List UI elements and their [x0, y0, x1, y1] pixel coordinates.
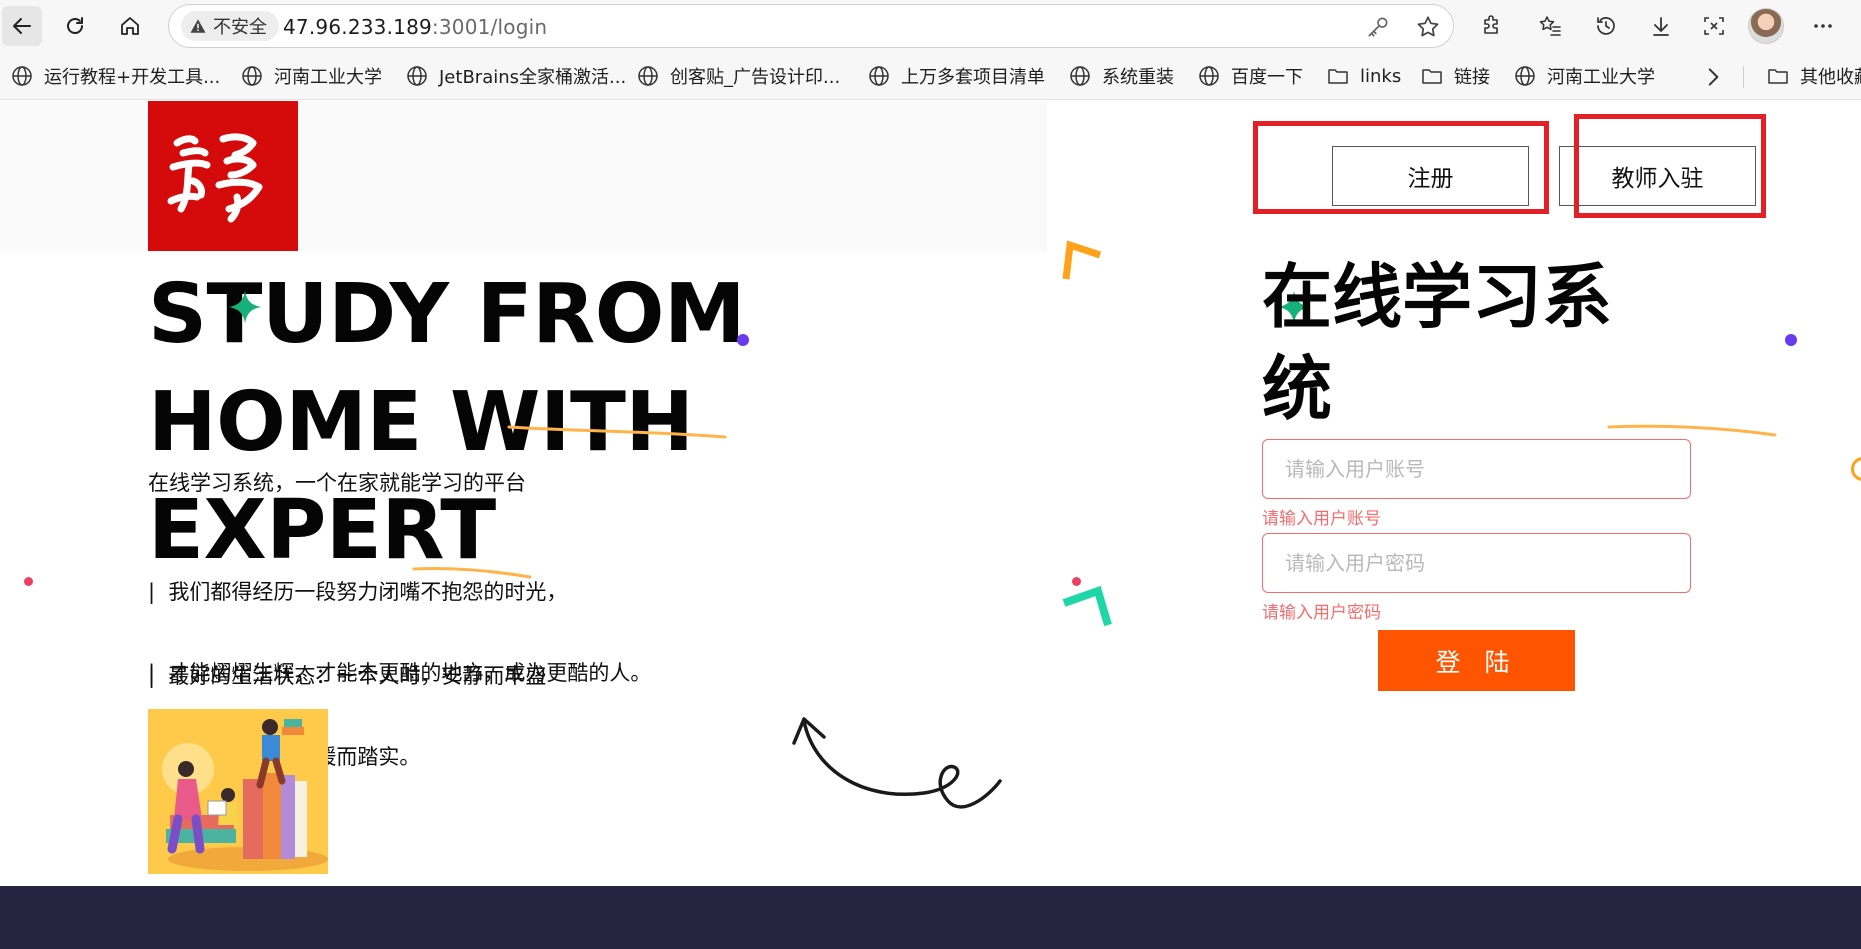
purple-dot: [1785, 334, 1797, 346]
red-dot: [24, 577, 33, 586]
bookmark-item[interactable]: 百度一下: [1197, 62, 1303, 90]
globe-icon: [242, 66, 262, 86]
bookmark-item[interactable]: 河南工业大学: [1513, 62, 1655, 90]
footer-band: [0, 886, 1861, 949]
security-indicator[interactable]: 不安全: [181, 11, 279, 41]
back-button[interactable]: [2, 6, 42, 46]
history-button[interactable]: [1586, 6, 1626, 46]
globe-icon: [1199, 66, 1219, 86]
bookmarks-divider: [1743, 66, 1744, 88]
bookmark-label: 百度一下: [1231, 67, 1303, 88]
globe-icon: [407, 66, 427, 86]
red-dot: [1072, 577, 1081, 586]
swoosh-decoration: [507, 425, 727, 439]
bookmark-label: 系统重装: [1102, 67, 1174, 88]
system-title-line: 统: [1262, 348, 1332, 430]
study-calligraphy-logo-icon: [167, 133, 263, 223]
globe-icon: [869, 66, 889, 86]
password-error: 请输入用户密码: [1262, 603, 1381, 623]
bookmark-label: 河南工业大学: [1547, 67, 1655, 88]
url-path: :3001/login: [431, 15, 548, 39]
home-icon: [121, 17, 139, 35]
favorites-button[interactable]: [1530, 6, 1570, 46]
favorites-list-icon: [1539, 16, 1561, 36]
more-menu-button[interactable]: [1803, 6, 1843, 46]
security-label: 不安全: [213, 17, 267, 38]
study-illustration: [148, 709, 328, 874]
url-host: 47.96.233.189: [283, 15, 432, 39]
username-error: 请输入用户账号: [1262, 509, 1381, 529]
bookmark-item[interactable]: 系统重装: [1068, 62, 1174, 90]
history-icon: [1597, 17, 1615, 35]
login-page: 注册 教师入驻 STUDY FROM HOME WITH EXPERT 在线学习…: [0, 101, 1861, 886]
browser-toolbar: 不安全 47.96.233.189:3001/login: [0, 0, 1861, 52]
downloads-button[interactable]: [1641, 6, 1681, 46]
bookmark-label: links: [1360, 65, 1402, 87]
home-button[interactable]: [110, 6, 150, 46]
sparkle-icon: [229, 291, 261, 323]
key-icon[interactable]: [1365, 14, 1391, 40]
favorite-star-icon[interactable]: [1415, 14, 1441, 40]
underline-decoration: [412, 566, 532, 579]
screenshot-button[interactable]: [1694, 6, 1734, 46]
folder-icon: [1328, 69, 1348, 84]
puzzle-icon: [1484, 15, 1498, 34]
system-title-line: 在线学习系: [1262, 256, 1612, 338]
globe-icon: [12, 66, 32, 86]
warning-icon: [190, 19, 206, 33]
username-input[interactable]: [1262, 439, 1691, 499]
quote-line: | 最好的生活状态：一个人时，安静而丰盛: [148, 664, 547, 688]
bookmark-label: 河南工业大学: [274, 67, 382, 88]
bookmark-folder[interactable]: links: [1326, 62, 1401, 90]
hero-title-line: STUDY FROM: [148, 267, 746, 362]
globe-icon: [638, 66, 658, 86]
bookmark-item[interactable]: 运行教程+开发工具...: [10, 62, 220, 90]
url-text[interactable]: 47.96.233.189:3001/login: [283, 15, 547, 39]
reload-button[interactable]: [55, 6, 95, 46]
bookmark-label: 运行教程+开发工具...: [44, 67, 221, 88]
more-icon: [1814, 24, 1832, 28]
bookmark-item[interactable]: 创客贴_广告设计印...: [636, 62, 840, 90]
folder-icon: [1768, 69, 1788, 84]
chevron-decoration-icon: [1062, 240, 1102, 280]
globe-icon: [1070, 66, 1090, 86]
curly-arrow-decoration: [792, 717, 1002, 809]
profile-avatar[interactable]: [1748, 8, 1784, 44]
globe-icon: [1515, 66, 1535, 86]
login-button[interactable]: 登 陆: [1378, 630, 1575, 691]
system-title: 在线学习系 统: [1262, 251, 1682, 435]
bookmark-label: 其他收藏: [1800, 67, 1861, 88]
folder-icon: [1422, 69, 1442, 84]
arrow-left-icon: [13, 18, 31, 34]
extensions-button[interactable]: [1472, 6, 1512, 46]
annotation-box: [1574, 114, 1766, 218]
reload-icon: [67, 17, 83, 34]
purple-dot: [737, 334, 749, 346]
bookmark-label: 创客贴_广告设计印...: [670, 67, 841, 88]
bookmark-item[interactable]: JetBrains全家桶激活...: [405, 62, 626, 90]
hero-subtitle: 在线学习系统，一个在家就能学习的平台: [148, 471, 526, 495]
bookmark-item[interactable]: 上万多套项目清单: [867, 62, 1045, 90]
chevron-right-icon[interactable]: [1700, 64, 1726, 90]
bookmark-item[interactable]: 河南工业大学: [240, 62, 382, 90]
screenshot-icon: [1704, 17, 1724, 35]
download-icon: [1653, 17, 1669, 36]
password-input[interactable]: [1262, 533, 1691, 593]
bookmark-folder[interactable]: 其他收藏: [1766, 62, 1861, 90]
bookmark-folder[interactable]: 链接: [1420, 62, 1490, 90]
bookmark-label: JetBrains全家桶激活...: [439, 67, 627, 88]
orange-ring: [1851, 457, 1861, 481]
chevron-decoration-icon: [1062, 585, 1112, 627]
annotation-box: [1253, 121, 1549, 214]
bookmark-label: 上万多套项目清单: [901, 67, 1045, 88]
address-bar[interactable]: 不安全 47.96.233.189:3001/login: [168, 4, 1454, 48]
bookmarks-bar: 运行教程+开发工具... 河南工业大学 JetBrains全家桶激活... 创客…: [0, 52, 1861, 100]
bookmark-label: 链接: [1454, 67, 1490, 88]
quote-line: | 我们都得经历一段努力闭嘴不抱怨的时光，: [148, 580, 568, 604]
logo: [148, 101, 298, 251]
